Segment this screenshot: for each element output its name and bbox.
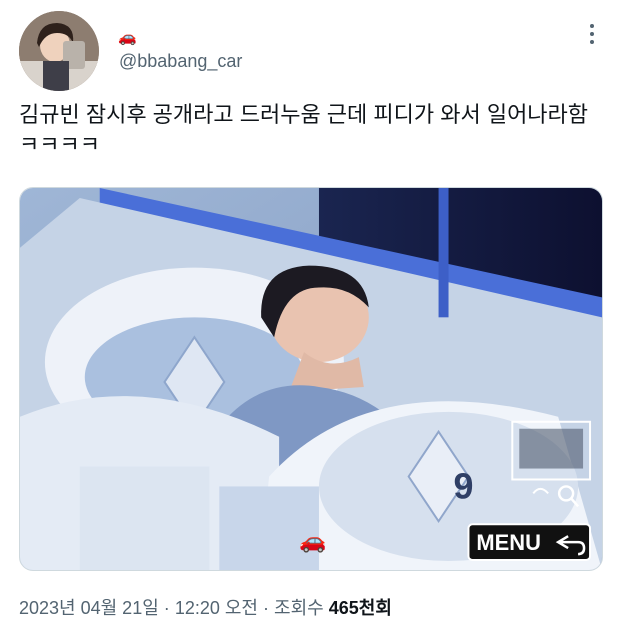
menu-label: MENU bbox=[476, 530, 541, 555]
menu-button: MENU bbox=[467, 523, 592, 562]
tweet-media-photo[interactable]: 9 MENU 🚗 bbox=[19, 187, 603, 571]
stage-photo: 9 MENU 🚗 bbox=[20, 188, 602, 570]
more-dot bbox=[590, 40, 594, 44]
views-unit: 천회 bbox=[358, 598, 392, 618]
separator: · bbox=[163, 598, 170, 618]
more-dot bbox=[590, 24, 594, 28]
user-handle[interactable]: @bbabang_car bbox=[119, 51, 242, 72]
display-name-emoji: 🚗 bbox=[118, 29, 137, 46]
tweet-text: 김규빈 잠시후 공개라고 드러누움 근데 피디가 와서 일어나라함 ㅋㅋㅋㅋ bbox=[19, 102, 589, 157]
separator: · bbox=[263, 598, 269, 618]
views-label: 조회수 bbox=[274, 598, 324, 618]
tweet-metadata: 2023년 04월 21일 · 12:20 오전 · 조회수 465천회 bbox=[19, 594, 392, 620]
avatar[interactable] bbox=[19, 11, 99, 91]
display-name[interactable]: 🚗 bbox=[118, 30, 137, 46]
avatar-photo bbox=[19, 11, 99, 91]
more-dot bbox=[590, 32, 594, 36]
tweet-date[interactable]: 2023년 04월 21일 bbox=[19, 598, 159, 618]
more-options-icon[interactable] bbox=[588, 24, 596, 44]
tweet-time[interactable]: 12:20 오전 bbox=[175, 598, 258, 618]
views-count: 465 bbox=[328, 598, 359, 618]
dial-number: 9 bbox=[454, 466, 474, 506]
car-sticker: 🚗 bbox=[299, 528, 326, 553]
